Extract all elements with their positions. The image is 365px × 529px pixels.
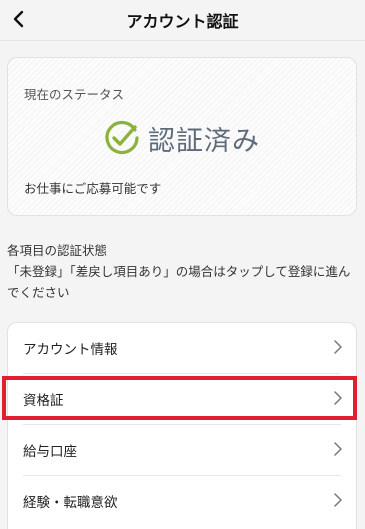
section-heading: 各項目の認証状態 [7,243,108,258]
page-title: アカウント認証 [126,12,239,31]
list-item-experience[interactable]: 経験・転職意欲 [8,476,356,526]
chevron-right-icon [334,340,342,354]
verification-list: アカウント情報 資格証 給与口座 経験・転職意欲 [7,322,357,529]
list-item-label: 経験・転職意欲 [23,495,118,511]
section-intro: 各項目の認証状態 「未登録」「差戻し項目あり」の場合はタップして登録に進んでくだ… [7,240,359,303]
check-circle-icon [105,120,139,155]
chevron-right-icon [334,493,342,507]
status-card: 現在のステータス 認証済み お仕事にご応募可能です [7,57,357,216]
app-header: アカウント認証 [0,0,365,41]
list-item-account-info[interactable]: アカウント情報 [8,323,356,373]
list-item-label: アカウント情報 [23,342,118,358]
highlight-box [2,376,357,420]
apply-note: お仕事にご応募可能です [24,181,162,196]
verified-status: 認証済み [8,118,356,158]
status-text: 認証済み [148,125,260,157]
status-label: 現在のステータス [24,87,125,102]
section-description: 「未登録」「差戻し項目あり」の場合はタップして登録に進んでください [7,264,351,300]
chevron-right-icon [334,442,342,456]
list-item-label: 給与口座 [23,444,77,460]
list-item-salary-account[interactable]: 給与口座 [8,425,356,475]
